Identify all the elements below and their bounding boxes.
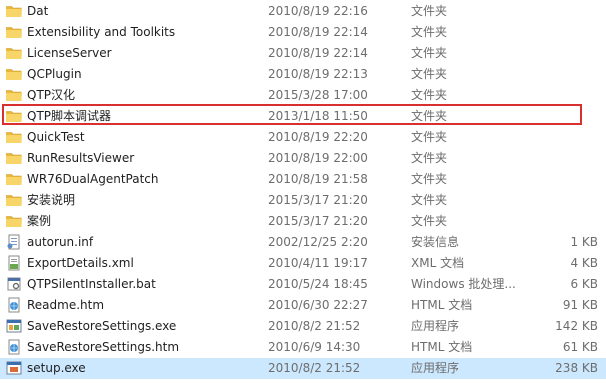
setup-exe-icon [5,360,23,376]
file-type: 安装信息 [411,235,460,249]
file-type: XML 文档 [411,256,465,270]
file-type: 文件夹 [411,4,448,18]
file-row[interactable]: LicenseServer 2010/8/19 22:14 文件夹 [0,43,606,64]
folder-icon [5,24,23,40]
htm-file-icon [5,339,23,355]
exe-file-icon [5,318,23,334]
file-row[interactable]: ExportDetails.xml 2010/4/11 19:17 XML 文档 4 … [0,253,606,274]
htm-file-icon [5,297,23,313]
folder-icon [5,213,23,229]
file-row[interactable]: SaveRestoreSettings.htm 2010/6/9 14:30 HTM… [0,337,606,358]
file-type: 文件夹 [411,25,448,39]
file-size: 142 KB [555,319,598,333]
file-type: HTML 文档 [411,298,473,312]
file-size: 1 KB [570,235,598,249]
file-row[interactable]: QTP汉化 2015/3/28 17:00 文件夹 [0,85,606,106]
file-name: 案例 [27,214,52,228]
file-date-modified: 2015/3/17 21:20 [268,193,368,207]
folder-icon [5,150,23,166]
file-name: SaveRestoreSettings.htm [27,340,180,354]
folder-icon [5,66,23,82]
file-type: 文件夹 [411,130,448,144]
file-size: 4 KB [570,256,598,270]
folder-icon [5,45,23,61]
file-row[interactable]: autorun.inf 2002/12/25 2:20 安装信息 1 KB [0,232,606,253]
file-date-modified: 2010/5/24 18:45 [268,277,368,291]
file-row[interactable]: setup.exe 2010/8/2 21:52 应用程序 238 KB [0,358,606,379]
file-name: SaveRestoreSettings.exe [27,319,177,333]
file-date-modified: 2010/4/11 19:17 [268,256,368,270]
file-row[interactable]: Readme.htm 2010/6/30 22:27 HTML 文档 91 KB [0,295,606,316]
file-date-modified: 2010/8/19 22:13 [268,67,368,81]
file-type: 文件夹 [411,193,448,207]
file-type: HTML 文档 [411,340,473,354]
folder-icon [5,192,23,208]
file-date-modified: 2015/3/28 17:00 [268,88,368,102]
file-date-modified: 2010/8/19 22:00 [268,151,368,165]
inf-file-icon [5,234,23,250]
file-name: setup.exe [27,361,86,375]
file-date-modified: 2010/8/19 22:14 [268,25,368,39]
file-row[interactable]: QTP脚本调试器 2013/1/18 11:50 文件夹 [0,106,606,127]
file-date-modified: 2010/8/19 22:14 [268,46,368,60]
file-name: QCPlugin [27,67,82,81]
file-row[interactable]: 安装说明 2015/3/17 21:20 文件夹 [0,190,606,211]
file-type: 文件夹 [411,46,448,60]
file-row[interactable]: QCPlugin 2010/8/19 22:13 文件夹 [0,64,606,85]
file-name: WR76DualAgentPatch [27,172,159,186]
folder-icon [5,3,23,19]
file-type: 应用程序 [411,361,460,375]
file-date-modified: 2013/1/18 11:50 [268,109,368,123]
file-name: Extensibility and Toolkits [27,25,176,39]
bat-file-icon [5,276,23,292]
folder-icon [5,87,23,103]
file-date-modified: 2010/8/2 21:52 [268,361,361,375]
file-date-modified: 2010/8/19 21:58 [268,172,368,186]
file-date-modified: 2010/6/9 14:30 [268,340,361,354]
file-date-modified: 2015/3/17 21:20 [268,214,368,228]
file-type: 文件夹 [411,214,448,228]
file-size: 6 KB [570,277,598,291]
file-date-modified: 2002/12/25 2:20 [268,235,368,249]
file-name: QTP脚本调试器 [27,109,112,123]
file-type: 应用程序 [411,319,460,333]
file-name: QTP汉化 [27,88,76,102]
file-row[interactable]: WR76DualAgentPatch 2010/8/19 21:58 文件夹 [0,169,606,190]
file-size: 61 KB [562,340,598,354]
file-name: LicenseServer [27,46,112,60]
file-name: QuickTest [27,130,85,144]
file-name: 安装说明 [27,193,76,207]
file-date-modified: 2010/8/2 21:52 [268,319,361,333]
file-name: Readme.htm [27,298,105,312]
file-row[interactable]: RunResultsViewer 2010/8/19 22:00 文件夹 [0,148,606,169]
file-name: Dat [27,4,49,18]
file-list: Dat 2010/8/19 22:16 文件夹 Extensibility and T… [0,0,606,383]
file-row[interactable]: QTPSilentInstaller.bat 2010/5/24 18:45 Win… [0,274,606,295]
file-type: 文件夹 [411,172,448,186]
file-date-modified: 2010/8/19 22:16 [268,4,368,18]
file-type: Windows 批处理... [411,277,516,291]
file-row[interactable]: QuickTest 2010/8/19 22:20 文件夹 [0,127,606,148]
file-type: 文件夹 [411,151,448,165]
file-type: 文件夹 [411,88,448,102]
file-date-modified: 2010/6/30 22:27 [268,298,368,312]
file-name: QTPSilentInstaller.bat [27,277,156,291]
folder-icon [5,129,23,145]
file-row[interactable]: SaveRestoreSettings.exe 2010/8/2 21:52 应用程… [0,316,606,337]
folder-icon [5,108,23,124]
file-row[interactable]: 案例 2015/3/17 21:20 文件夹 [0,211,606,232]
file-row[interactable]: Dat 2010/8/19 22:16 文件夹 [0,1,606,22]
file-type: 文件夹 [411,109,448,123]
file-name: ExportDetails.xml [27,256,134,270]
file-type: 文件夹 [411,67,448,81]
file-row[interactable]: Extensibility and Toolkits 2010/8/19 22:1… [0,22,606,43]
file-name: RunResultsViewer [27,151,135,165]
file-date-modified: 2010/8/19 22:20 [268,130,368,144]
file-size: 238 KB [555,361,598,375]
file-size: 91 KB [562,298,598,312]
file-name: autorun.inf [27,235,94,249]
xml-file-icon [5,255,23,271]
folder-icon [5,171,23,187]
